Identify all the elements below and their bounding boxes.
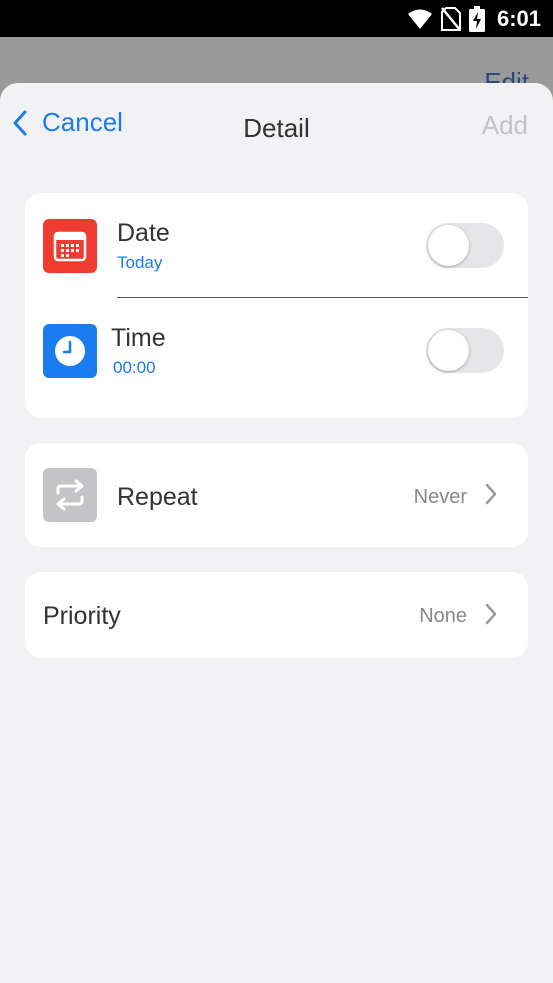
repeat-row[interactable]: Repeat Never <box>25 443 528 547</box>
row-divider <box>117 297 528 298</box>
repeat-value: Never <box>413 486 467 508</box>
wifi-icon <box>407 8 433 30</box>
time-toggle[interactable] <box>426 328 504 373</box>
priority-row[interactable]: Priority None <box>25 572 528 658</box>
status-icons: 6:01 <box>407 6 541 32</box>
no-sim-icon <box>440 7 461 31</box>
clock-icon <box>43 324 97 378</box>
time-title: Time <box>111 324 166 352</box>
detail-sheet: Cancel Detail Add Date Today Time 00:00 … <box>0 83 553 983</box>
date-toggle[interactable] <box>426 223 504 268</box>
repeat-icon <box>43 468 97 522</box>
chevron-right-icon <box>485 603 497 630</box>
time-value: 00:00 <box>113 358 156 377</box>
repeat-title: Repeat <box>117 483 198 511</box>
status-bar: 6:01 <box>0 0 553 37</box>
date-toggle-knob <box>428 225 469 266</box>
calendar-icon <box>43 219 97 273</box>
status-time: 6:01 <box>496 6 541 31</box>
priority-title: Priority <box>43 602 121 630</box>
battery-charging-icon <box>468 6 485 32</box>
datetime-card: Date Today Time 00:00 <box>25 193 528 418</box>
page-title: Detail <box>243 113 310 143</box>
add-button[interactable]: Add <box>482 110 528 141</box>
priority-value: None <box>419 605 467 627</box>
time-toggle-knob <box>428 330 469 371</box>
date-value: Today <box>117 253 163 272</box>
chevron-right-icon <box>485 483 497 510</box>
date-title: Date <box>117 219 170 247</box>
